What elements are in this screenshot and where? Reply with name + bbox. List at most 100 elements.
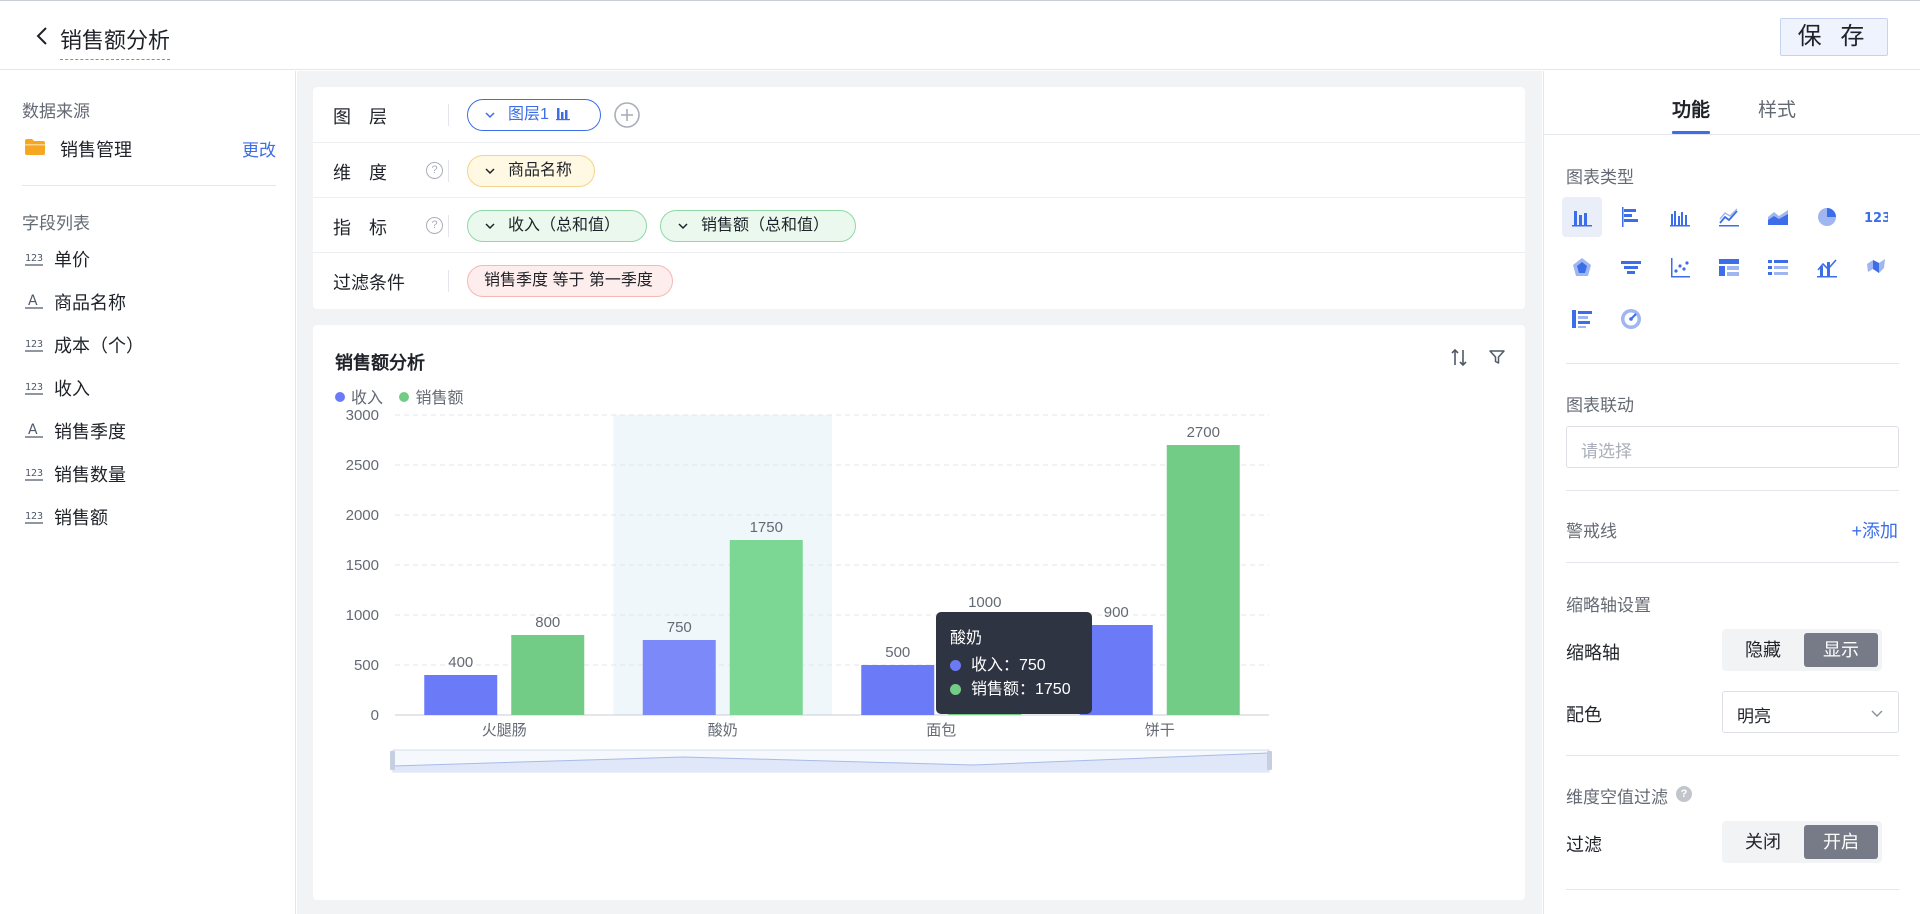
- dimension-pill[interactable]: 商品名称: [467, 155, 595, 187]
- metric-pill-label: 收入（总和值）: [508, 217, 621, 234]
- tab-function[interactable]: 功能: [1672, 95, 1710, 122]
- add-layer-icon[interactable]: [613, 101, 641, 129]
- bar-sales: [729, 540, 803, 715]
- legend-item-sales[interactable]: 销售额: [399, 384, 463, 408]
- bar-income: [861, 665, 935, 715]
- pie-chart-icon[interactable]: [1807, 197, 1847, 237]
- top-header: 销售额分析 保 存: [0, 0, 1920, 70]
- color-scheme-value: 明亮: [1737, 707, 1771, 726]
- help-icon[interactable]: ?: [426, 217, 443, 234]
- help-icon[interactable]: ?: [1676, 786, 1692, 802]
- field-label: 销售数量: [54, 465, 126, 485]
- scatter-chart-icon[interactable]: [1660, 248, 1700, 288]
- field-item[interactable]: 123 成本（个）: [22, 330, 276, 358]
- field-label: 商品名称: [54, 293, 126, 313]
- field-label: 单价: [54, 250, 90, 270]
- radar-chart-icon[interactable]: [1562, 248, 1602, 288]
- field-item[interactable]: 123 销售额: [22, 502, 276, 530]
- field-label: 销售季度: [54, 422, 126, 442]
- ranking-chart-icon[interactable]: [1562, 299, 1602, 339]
- color-scheme-select[interactable]: 明亮: [1722, 691, 1899, 733]
- number-card-icon[interactable]: 123: [1856, 197, 1896, 237]
- grouped-column-icon[interactable]: [1660, 197, 1700, 237]
- chart-link-select[interactable]: 请选择: [1566, 426, 1899, 468]
- tab-style[interactable]: 样式: [1758, 95, 1796, 122]
- filter-pill[interactable]: 销售季度 等于 第一季度: [467, 265, 673, 297]
- field-label: 成本（个）: [54, 336, 144, 356]
- add-warning-line-link[interactable]: +添加: [1851, 517, 1898, 543]
- dimension-pill-label: 商品名称: [508, 162, 573, 179]
- back-arrow-icon[interactable]: [34, 25, 52, 47]
- datasource-title: 数据来源: [22, 102, 90, 121]
- thumb-axis-toggle: 隐藏 显示: [1722, 629, 1882, 671]
- thumb-show-button[interactable]: 显示: [1804, 633, 1878, 667]
- svg-text:123: 123: [25, 468, 43, 479]
- legend-dot: [335, 392, 345, 402]
- field-item[interactable]: 123 收入: [22, 373, 276, 401]
- field-item[interactable]: A 销售季度: [22, 416, 276, 444]
- row-divider: [448, 215, 449, 237]
- metric-pill-label: 销售额（总和值）: [701, 217, 830, 234]
- line-chart-icon[interactable]: [1709, 197, 1749, 237]
- map-chart-icon[interactable]: [1856, 248, 1896, 288]
- x-tick-label: 饼干: [1145, 722, 1175, 739]
- left-sidebar: 数据来源 销售管理 更改 字段列表 123 单价 A 商品名称 123 成本（个） 123 收…: [0, 71, 296, 914]
- layer-label: 图 层: [333, 107, 387, 127]
- detail-table-icon[interactable]: [1758, 248, 1798, 288]
- svg-text:123: 123: [25, 253, 43, 264]
- section-divider: [1566, 755, 1899, 756]
- column-chart-icon[interactable]: [1562, 197, 1602, 237]
- right-panel: 功能 样式 图表类型 123 图表联动 请选择 警戒线 +添加 缩略轴设置 缩略…: [1543, 71, 1920, 914]
- number-field-icon: 123: [24, 377, 44, 397]
- svg-text:A: A: [28, 293, 38, 309]
- metric-pill-sales[interactable]: 销售额（总和值）: [660, 210, 856, 242]
- thumb-hide-button[interactable]: 隐藏: [1726, 633, 1800, 667]
- metric-label: 指 标: [333, 218, 387, 238]
- page-title[interactable]: 销售额分析: [60, 23, 171, 60]
- chevron-down-icon: [1871, 710, 1883, 717]
- row-divider: [448, 104, 449, 126]
- field-item[interactable]: 123 销售数量: [22, 459, 276, 487]
- field-label: 收入: [54, 379, 90, 399]
- bar-income: [642, 640, 716, 715]
- zoom-handle-right: [1267, 751, 1272, 770]
- bar-sales: [511, 635, 585, 715]
- sort-icon[interactable]: [1449, 347, 1469, 369]
- filter-label: 过滤: [1566, 835, 1602, 855]
- filter-on-button[interactable]: 开启: [1804, 825, 1878, 859]
- filter-icon[interactable]: [1487, 347, 1507, 367]
- legend-item-income[interactable]: 收入: [335, 384, 383, 408]
- tooltip-value: 销售额：1750: [971, 681, 1071, 698]
- metric-pill-income[interactable]: 收入（总和值）: [467, 210, 647, 242]
- funnel-chart-icon[interactable]: [1611, 248, 1651, 288]
- pivot-table-icon[interactable]: [1709, 248, 1749, 288]
- area-chart-icon[interactable]: [1758, 197, 1798, 237]
- tooltip-title: 酸奶: [950, 630, 983, 647]
- save-button[interactable]: 保 存: [1780, 18, 1888, 56]
- field-label: 销售额: [54, 508, 108, 528]
- gauge-chart-icon[interactable]: [1611, 299, 1651, 339]
- bar-chart-icon[interactable]: [1611, 197, 1651, 237]
- datasource-change-link[interactable]: 更改: [242, 136, 276, 161]
- help-icon[interactable]: ?: [426, 162, 443, 179]
- data-label: 750: [667, 619, 692, 636]
- combo-chart-icon[interactable]: [1807, 248, 1847, 288]
- tab-underline: [1672, 131, 1710, 134]
- layer-pill[interactable]: 图层1: [467, 99, 601, 131]
- svg-text:123: 123: [25, 511, 43, 522]
- datasource-row: 销售管理 更改: [22, 134, 276, 160]
- y-tick-label: 1000: [346, 607, 379, 624]
- field-item[interactable]: A 商品名称: [22, 287, 276, 315]
- dimension-row: 维 度 ? 商品名称: [313, 143, 1525, 198]
- null-filter-title: 维度空值过滤: [1566, 788, 1668, 807]
- x-tick-label: 火腿肠: [482, 722, 527, 739]
- legend-dot: [399, 392, 410, 402]
- filter-off-button[interactable]: 关闭: [1726, 825, 1800, 859]
- chevron-down-icon: [485, 223, 495, 230]
- y-tick-label: 500: [354, 657, 379, 674]
- null-filter-toggle: 关闭 开启: [1722, 821, 1882, 863]
- text-field-icon: A: [24, 291, 44, 311]
- field-item[interactable]: 123 单价: [22, 244, 276, 272]
- bar-income: [424, 675, 498, 715]
- bar-sales: [1166, 445, 1240, 715]
